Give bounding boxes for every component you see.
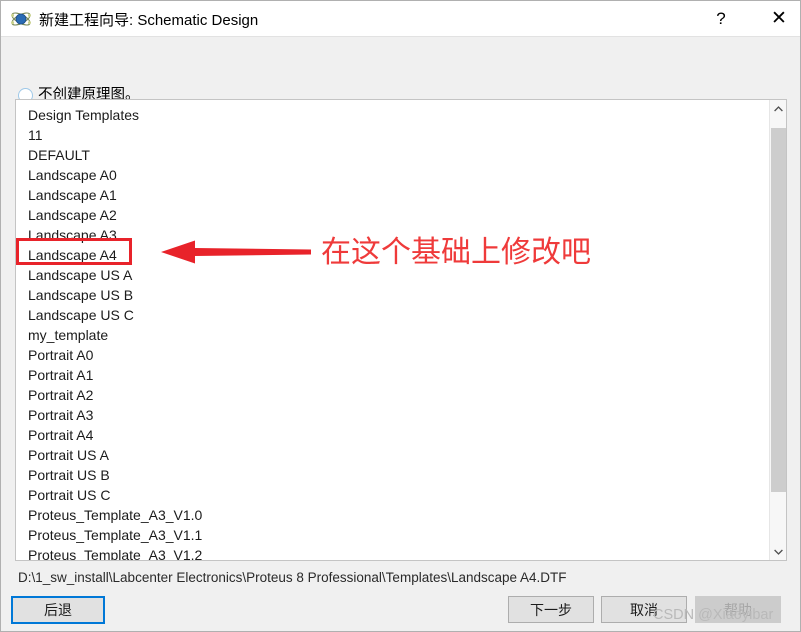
list-item[interactable]: my_template — [16, 325, 770, 345]
list-item[interactable]: Portrait US C — [16, 485, 770, 505]
dialog-window: 新建工程向导: Schematic Design ? ✕ 不创建原理图。 从选中… — [0, 0, 801, 632]
back-button[interactable]: 后退 — [11, 596, 105, 624]
button-bar: 后退 下一步 取消 帮助 — [1, 593, 800, 631]
next-button[interactable]: 下一步 — [508, 596, 594, 623]
list-item[interactable]: Landscape US B — [16, 285, 770, 305]
cancel-button[interactable]: 取消 — [601, 596, 687, 623]
scrollbar-thumb[interactable] — [771, 128, 786, 492]
list-item[interactable]: Landscape A2 — [16, 205, 770, 225]
list-item[interactable]: Proteus_Template_A3_V1.0 — [16, 505, 770, 525]
list-item[interactable]: Landscape US C — [16, 305, 770, 325]
selected-template-path: D:\1_sw_install\Labcenter Electronics\Pr… — [18, 570, 567, 585]
annotation-text: 在这个基础上修改吧 — [321, 235, 591, 270]
question-mark-icon: ? — [716, 8, 726, 28]
proteus-atom-icon — [10, 8, 32, 30]
listbox-scrollbar[interactable] — [769, 100, 786, 560]
titlebar-help-button[interactable]: ? — [698, 1, 744, 36]
list-item[interactable]: Landscape A0 — [16, 165, 770, 185]
list-item[interactable]: Portrait A4 — [16, 425, 770, 445]
list-item[interactable]: 11 — [16, 125, 770, 145]
help-button: 帮助 — [695, 596, 781, 623]
scroll-up-icon[interactable] — [770, 100, 786, 117]
template-list-items: Design Templates 11 DEFAULT Landscape A0 Lan… — [16, 100, 770, 560]
list-item[interactable]: Portrait A1 — [16, 365, 770, 385]
close-icon: ✕ — [771, 8, 787, 29]
list-item[interactable]: Portrait US A — [16, 445, 770, 465]
title-bar: 新建工程向导: Schematic Design ? ✕ — [1, 1, 800, 37]
list-item[interactable]: Portrait US B — [16, 465, 770, 485]
close-button[interactable]: ✕ — [756, 1, 800, 36]
template-listbox[interactable]: Design Templates 11 DEFAULT Landscape A0 Lan… — [15, 99, 787, 561]
list-item[interactable]: Landscape A1 — [16, 185, 770, 205]
list-item[interactable]: Portrait A3 — [16, 405, 770, 425]
dialog-body: 不创建原理图。 从选中的模版中创建原理图。 Design Templates11… — [1, 37, 800, 593]
page-title: 新建工程向导: Schematic Design — [39, 11, 259, 29]
list-item[interactable]: DEFAULT — [16, 145, 770, 165]
list-item[interactable]: Design Templates — [16, 105, 770, 125]
scroll-down-icon[interactable] — [770, 543, 786, 560]
list-item[interactable]: Portrait A0 — [16, 345, 770, 365]
list-item[interactable]: Portrait A2 — [16, 385, 770, 405]
list-item[interactable]: Proteus_Template_A3_V1.2 — [16, 545, 770, 560]
list-item[interactable]: Proteus_Template_A3_V1.1 — [16, 525, 770, 545]
